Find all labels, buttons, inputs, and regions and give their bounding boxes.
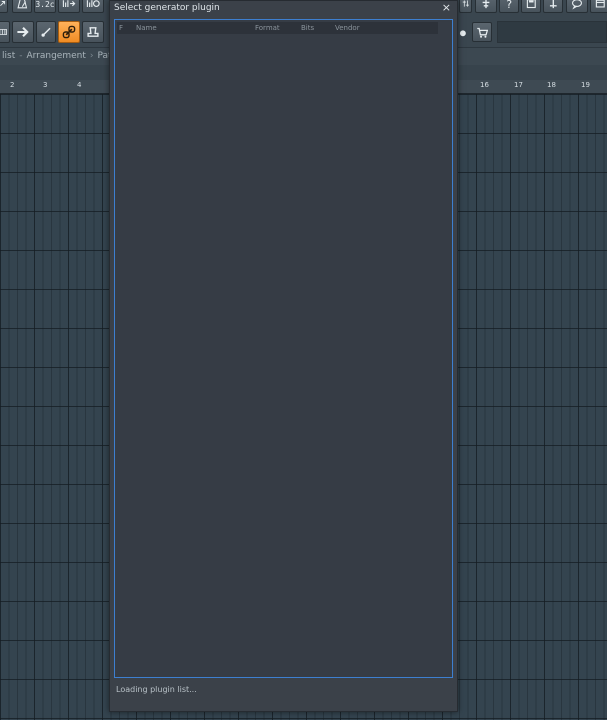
plugin-list-header: F Name Format Bits Vendor [117, 22, 438, 34]
save-icon [526, 0, 536, 9]
chat-button[interactable] [566, 0, 588, 13]
hint-bar [497, 21, 607, 43]
online-icon [460, 30, 466, 36]
shop-button[interactable] [472, 22, 492, 42]
ruler-tick: 2 [10, 81, 15, 89]
close-icon[interactable]: × [442, 2, 451, 14]
breadcrumb-arrangement[interactable]: Arrangement [26, 51, 85, 61]
help-label: ? [505, 0, 513, 11]
piano-roll-button[interactable] [0, 21, 10, 43]
cart-icon [476, 27, 488, 38]
metronome-button[interactable] [12, 0, 32, 13]
playlist-button[interactable] [12, 21, 34, 43]
breadcrumb-separator: - [19, 51, 23, 61]
plugin-list[interactable]: F Name Format Bits Vendor [114, 19, 453, 678]
ruler-tick: 19 [581, 81, 590, 89]
export-icon [549, 0, 557, 9]
loop-icon [86, 0, 100, 8]
browser-icon [595, 0, 605, 8]
step-edit-button[interactable] [58, 0, 80, 13]
slide-icon [41, 27, 51, 37]
link-icon [62, 25, 76, 39]
step-icon [62, 0, 76, 8]
stamp-icon [87, 27, 99, 37]
select-generator-dialog: Select generator plugin × F Name Format … [109, 0, 458, 712]
blend-notes-label: 3.2c [35, 0, 55, 9]
chat-icon [571, 0, 583, 10]
chevron-right-icon: › [89, 51, 94, 61]
column-favorite[interactable]: F [119, 22, 123, 34]
ruler-tick: 18 [547, 81, 556, 89]
help-button[interactable]: ? [499, 0, 519, 13]
arrow-button[interactable] [0, 0, 8, 13]
column-vendor[interactable]: Vendor [335, 22, 360, 34]
breadcrumb-playlist[interactable]: list [2, 51, 15, 61]
browser-button[interactable] [590, 0, 607, 13]
ruler-tick: 4 [77, 81, 82, 89]
stamp-button[interactable] [82, 21, 104, 43]
column-format[interactable]: Format [255, 22, 280, 34]
save-button[interactable] [521, 0, 541, 13]
ruler-tick: 3 [43, 81, 48, 89]
arrow-right-icon [17, 27, 29, 37]
ruler-tick: 16 [480, 81, 489, 89]
online-button[interactable] [456, 24, 470, 42]
piano-icon [0, 29, 7, 35]
metronome-icon [17, 0, 27, 9]
slide-tool-button[interactable] [36, 21, 56, 43]
channel-rack-button[interactable] [475, 0, 497, 13]
export-button[interactable] [543, 0, 563, 13]
snap-link-button[interactable] [58, 21, 80, 43]
dialog-title: Select generator plugin [114, 3, 220, 13]
channel-icon [482, 0, 490, 9]
ruler-tick: 17 [514, 81, 523, 89]
arrow-icon [0, 1, 5, 7]
mixer-icon [462, 0, 469, 8]
column-bits[interactable]: Bits [301, 22, 314, 34]
mixer-button[interactable] [459, 0, 472, 13]
column-name[interactable]: Name [136, 22, 157, 34]
blend-notes-button[interactable]: 3.2c [34, 0, 56, 13]
loop-record-button[interactable] [82, 0, 104, 13]
status-text: Loading plugin list... [116, 685, 197, 694]
